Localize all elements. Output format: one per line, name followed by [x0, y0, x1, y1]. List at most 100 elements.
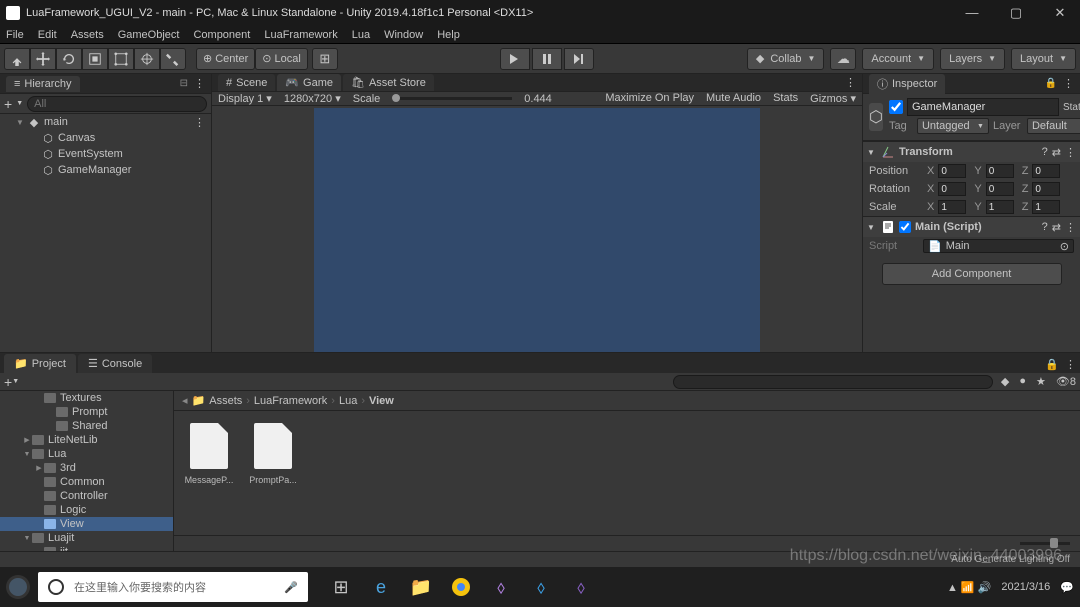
gameobject-name-input[interactable] [907, 98, 1059, 116]
menu-icon[interactable]: ⋮ [1065, 221, 1076, 234]
vscode-icon[interactable]: ⬨ [526, 572, 556, 602]
project-tree-item[interactable]: Prompt [0, 405, 173, 419]
menu-luaframework[interactable]: LuaFramework [264, 29, 337, 41]
menu-icon[interactable]: ⋮ [1065, 146, 1076, 159]
vs-icon[interactable]: ⬨ [486, 572, 516, 602]
project-tree-item[interactable]: View [0, 517, 173, 531]
hierarchy-item-gamemanager[interactable]: ⬡GameManager [0, 162, 211, 178]
menu-help[interactable]: Help [437, 29, 460, 41]
panel-menu-icon[interactable]: ⋮ [1063, 77, 1074, 90]
gameobject-icon[interactable]: ⬡ [869, 103, 883, 131]
console-tab[interactable]: ☰Console [78, 354, 152, 373]
hierarchy-item-canvas[interactable]: ⬡Canvas [0, 130, 211, 146]
file-item[interactable]: MessageP... [186, 423, 232, 485]
static-label[interactable]: Static [1063, 102, 1080, 113]
main-script-header[interactable]: ▼ Main (Script) ? ⇄ ⋮ [863, 217, 1080, 237]
cloud-button[interactable]: ☁ [830, 48, 856, 70]
menu-component[interactable]: Component [193, 29, 250, 41]
file-item[interactable]: PromptPa... [250, 423, 296, 485]
edge-icon[interactable]: e [366, 572, 396, 602]
rotation-x[interactable] [938, 182, 966, 196]
project-tree-item[interactable]: jit [0, 545, 173, 551]
move-tool[interactable] [30, 48, 56, 70]
panel-menu-icon[interactable]: ⋮ [1065, 358, 1076, 371]
position-z[interactable] [1032, 164, 1060, 178]
rotate-tool[interactable] [56, 48, 82, 70]
minimize-button[interactable]: — [958, 5, 986, 21]
project-tree-item[interactable]: ▼Luajit [0, 531, 173, 545]
scene-tab[interactable]: #Scene [218, 74, 275, 91]
stats-toggle[interactable]: Stats [773, 92, 798, 105]
transform-tool[interactable] [134, 48, 160, 70]
project-tree-item[interactable]: Logic [0, 503, 173, 517]
notifications-icon[interactable]: 💬 [1060, 581, 1074, 594]
project-tree-item[interactable]: ▶LiteNetLib [0, 433, 173, 447]
assetstore-tab[interactable]: 🛍Asset Store [343, 74, 434, 91]
preset-icon[interactable]: ⇄ [1052, 221, 1061, 234]
scene-item[interactable]: ▼ ◆ main ⋮ [0, 114, 211, 130]
close-button[interactable]: ✕ [1046, 5, 1074, 21]
account-button[interactable]: Account▼ [862, 48, 934, 70]
layout-button[interactable]: Layout▼ [1011, 48, 1076, 70]
project-search[interactable] [673, 375, 993, 389]
help-icon[interactable]: ? [1042, 146, 1048, 159]
project-tree-item[interactable]: ▼Lua [0, 447, 173, 461]
menu-assets[interactable]: Assets [71, 29, 104, 41]
vs2-icon[interactable]: ⬨ [566, 572, 596, 602]
add-component-button[interactable]: Add Component [882, 263, 1062, 285]
mute-toggle[interactable]: Mute Audio [706, 92, 761, 105]
project-tree-item[interactable]: ▶3rd [0, 461, 173, 475]
hierarchy-tab[interactable]: ≡ Hierarchy [6, 76, 80, 92]
game-tab[interactable]: 🎮Game [277, 74, 341, 91]
scale-z[interactable] [1032, 200, 1060, 214]
back-icon[interactable]: ◂ [182, 394, 188, 407]
crumb-assets[interactable]: Assets [209, 395, 242, 407]
windows-search[interactable]: 在这里输入你要搜索的内容 🎤 [38, 572, 308, 602]
scale-tool[interactable] [82, 48, 108, 70]
snap-button[interactable]: ⊞ [312, 48, 338, 70]
panel-lock-icon[interactable]: ⊟ [180, 78, 188, 89]
crumb-lua[interactable]: Lua [339, 395, 357, 407]
taskview-icon[interactable]: ⊞ [326, 572, 356, 602]
project-tree-item[interactable]: Controller [0, 489, 173, 503]
scale-y[interactable] [986, 200, 1014, 214]
preset-icon[interactable]: ⇄ [1052, 146, 1061, 159]
hierarchy-item-eventsystem[interactable]: ⬡EventSystem [0, 146, 211, 162]
tag-dropdown[interactable]: Untagged▼ [917, 118, 989, 134]
hidden-icon[interactable]: 👁8 [1056, 375, 1076, 388]
scale-x[interactable] [938, 200, 966, 214]
position-x[interactable] [938, 164, 966, 178]
favorite-icon[interactable]: ★ [1036, 375, 1046, 388]
create-button[interactable]: + [4, 96, 12, 112]
hierarchy-search[interactable] [27, 96, 207, 112]
menu-window[interactable]: Window [384, 29, 423, 41]
project-tree-item[interactable]: Common [0, 475, 173, 489]
explorer-icon[interactable]: 📁 [406, 572, 436, 602]
menu-file[interactable]: File [6, 29, 24, 41]
rotation-z[interactable] [1032, 182, 1060, 196]
display-dropdown[interactable]: Display 1 ▾ [218, 92, 272, 105]
pivot-local-button[interactable]: ⊙ Local [255, 48, 308, 70]
crumb-view[interactable]: View [369, 395, 394, 407]
pivot-center-button[interactable]: ⊕ Center [196, 48, 255, 70]
rect-tool[interactable] [108, 48, 134, 70]
project-tree-item[interactable]: Textures [0, 391, 173, 405]
hand-tool[interactable] [4, 48, 30, 70]
create-asset-button[interactable]: + [4, 374, 12, 390]
scene-menu-icon[interactable]: ⋮ [194, 116, 205, 129]
start-button[interactable] [6, 575, 30, 599]
custom-tool[interactable] [160, 48, 186, 70]
chrome-icon[interactable] [446, 572, 476, 602]
rotation-y[interactable] [986, 182, 1014, 196]
project-tree-item[interactable]: Shared [0, 419, 173, 433]
search-by-label-icon[interactable]: ● [1019, 375, 1026, 388]
active-checkbox[interactable] [889, 100, 903, 114]
panel-menu-icon[interactable]: ⋮ [194, 77, 205, 90]
panel-menu-icon[interactable]: ⋮ [845, 76, 856, 89]
search-by-type-icon[interactable]: ◆ [1001, 375, 1009, 388]
collab-button[interactable]: ◆ Collab▼ [747, 48, 825, 70]
scale-slider[interactable] [392, 97, 512, 100]
maximize-toggle[interactable]: Maximize On Play [605, 92, 694, 105]
script-field[interactable]: 📄Main⊙ [923, 239, 1074, 253]
project-tab[interactable]: 📁Project [4, 354, 76, 373]
